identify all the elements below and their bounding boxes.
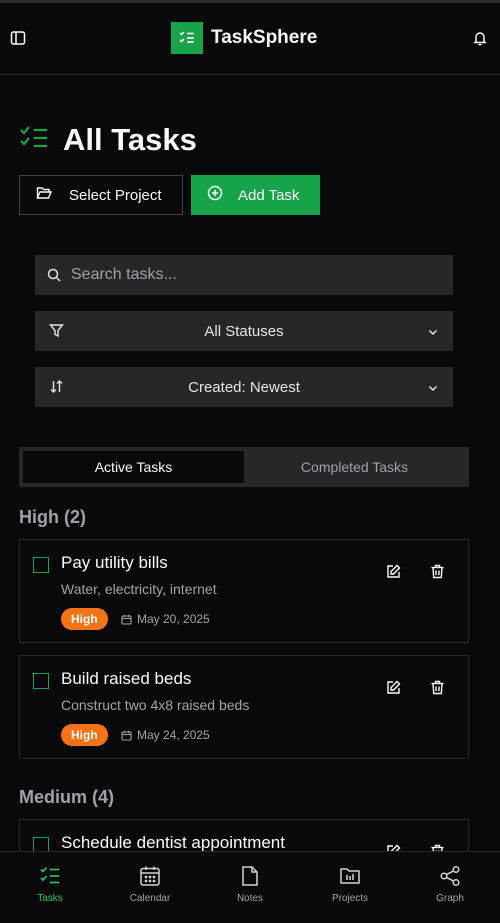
notes-icon [242,866,258,886]
due-date-text: May 20, 2025 [137,612,210,626]
due-date: May 20, 2025 [121,612,210,626]
brand[interactable]: TaskSphere [171,22,317,54]
logo-icon [171,22,203,54]
nav-label: Calendar [129,893,171,904]
group-title-high: High (2) [19,507,86,527]
task-checkbox[interactable] [33,673,49,689]
sort-value: Created: Newest [188,378,300,396]
tasks-icon [40,866,59,884]
priority-badge: High [61,724,108,746]
tab-active-tasks[interactable]: Active Tasks [23,451,244,483]
calendar-icon [140,866,160,886]
chevron-down-icon [427,381,439,398]
search-input[interactable] [69,265,429,285]
nav-item-tasks[interactable]: Tasks [0,852,100,923]
select-project-button[interactable]: Select Project [19,175,183,215]
app-name: TaskSphere [211,27,318,48]
nav-item-calendar[interactable]: Calendar [100,852,200,923]
select-project-label: Select Project [69,186,162,204]
task-description: Water, electricity, internet [61,581,217,597]
add-task-button[interactable]: Add Task [191,175,320,215]
filter-icon [49,323,64,342]
task-card[interactable]: Build raised beds Construct two 4x8 rais… [19,655,469,759]
edit-icon[interactable] [384,678,402,696]
task-title: Build raised beds [61,669,192,688]
app-header: TaskSphere [0,3,500,75]
task-checkbox[interactable] [33,557,49,573]
priority-badge: High [61,608,108,630]
due-date-text: May 24, 2025 [137,728,210,742]
page-heading: All Tasks [63,122,197,157]
edit-icon[interactable] [384,562,402,580]
task-card[interactable]: Pay utility bills Water, electricity, in… [19,539,469,643]
nav-item-projects[interactable]: Projects [300,852,400,923]
tab-completed-tasks[interactable]: Completed Tasks [244,451,465,483]
nav-item-notes[interactable]: Notes [200,852,300,923]
bell-icon[interactable] [468,26,492,50]
search-field[interactable] [35,255,453,295]
trash-icon[interactable] [428,562,446,580]
page-title: All Tasks [19,122,197,158]
nav-item-graph[interactable]: Graph [400,852,500,923]
search-icon [47,268,61,282]
task-title: Pay utility bills [61,553,168,572]
graph-icon [440,865,460,887]
tasks-list-icon [19,125,49,156]
folder-open-icon [36,185,53,205]
plus-circle-icon [207,185,223,205]
task-description: Construct two 4x8 raised beds [61,697,250,713]
bottom-nav: Tasks Calendar Notes Projects Graph [0,851,500,923]
group-title-medium: Medium (4) [19,787,115,807]
add-task-label: Add Task [238,186,300,204]
sidebar-toggle-icon[interactable] [6,26,30,50]
task-tabs: Active Tasks Completed Tasks [19,447,469,487]
nav-label: Notes [236,893,264,904]
trash-icon[interactable] [428,678,446,696]
calendar-icon [121,614,132,625]
status-filter-value: All Statuses [204,322,284,340]
sort-select[interactable]: Created: Newest [35,367,453,407]
status-filter-select[interactable]: All Statuses [35,311,453,351]
task-title: Schedule dentist appointment [61,833,285,852]
sort-icon [49,379,64,398]
nav-label: Tasks [37,893,63,904]
calendar-icon [121,730,132,741]
due-date: May 24, 2025 [121,728,210,742]
nav-label: Projects [331,893,369,904]
chevron-down-icon [427,325,439,342]
nav-label: Graph [436,893,464,904]
projects-icon [340,868,360,884]
